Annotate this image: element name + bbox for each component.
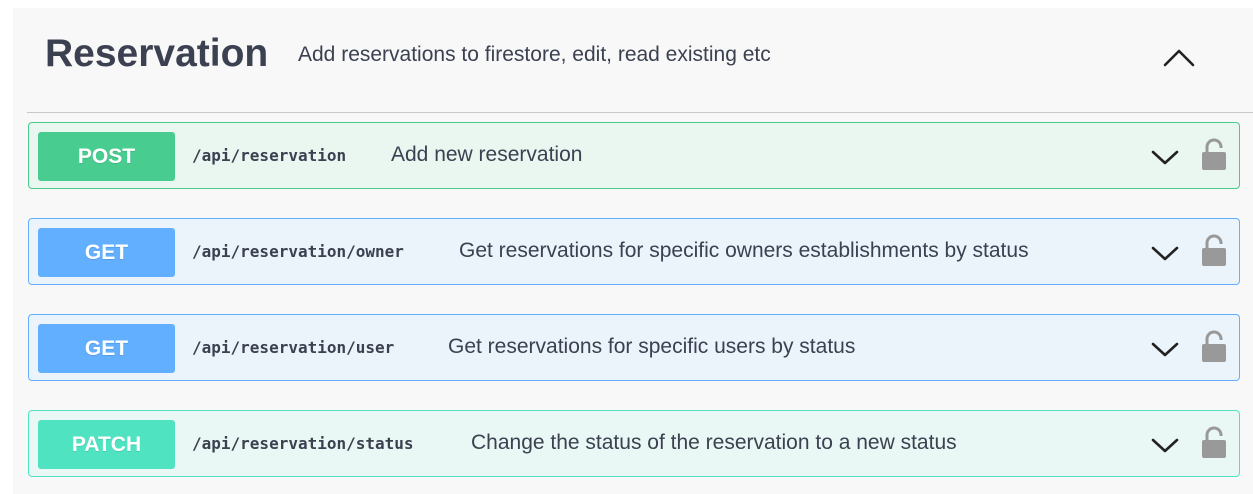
operation-summary: Add new reservation	[391, 143, 583, 166]
chevron-down-icon[interactable]	[1149, 145, 1181, 169]
operation-path: /api/reservation/user	[192, 338, 395, 357]
reservation-tag-section: Reservation Add reservations to firestor…	[13, 8, 1253, 494]
operation-path: /api/reservation	[192, 146, 347, 165]
method-badge: POST	[38, 132, 175, 181]
lock-icon[interactable]	[1200, 330, 1228, 364]
method-badge: GET	[38, 228, 175, 277]
operation-summary: Get reservations for specific owners est…	[459, 239, 1029, 262]
operation-post-reservation[interactable]: POST /api/reservation Add new reservatio…	[28, 122, 1240, 189]
chevron-down-icon[interactable]	[1149, 433, 1181, 457]
header-divider	[27, 112, 1253, 113]
operation-summary: Get reservations for specific users by s…	[448, 335, 856, 358]
chevron-up-icon	[1163, 49, 1195, 67]
tag-description: Add reservations to firestore, edit, rea…	[298, 43, 771, 66]
collapse-button[interactable]	[1157, 38, 1201, 78]
operation-path: /api/reservation/owner	[192, 242, 404, 261]
tag-header[interactable]: Reservation Add reservations to firestor…	[13, 8, 1253, 112]
method-badge: PATCH	[38, 420, 175, 469]
chevron-down-icon[interactable]	[1149, 337, 1181, 361]
operation-get-reservation-owner[interactable]: GET /api/reservation/owner Get reservati…	[28, 218, 1240, 285]
lock-icon[interactable]	[1200, 234, 1228, 268]
operation-get-reservation-user[interactable]: GET /api/reservation/user Get reservatio…	[28, 314, 1240, 381]
lock-icon[interactable]	[1200, 426, 1228, 460]
operation-path: /api/reservation/status	[192, 434, 414, 453]
operation-summary: Change the status of the reservation to …	[471, 431, 957, 454]
chevron-down-icon[interactable]	[1149, 241, 1181, 265]
operation-patch-reservation-status[interactable]: PATCH /api/reservation/status Change the…	[28, 410, 1240, 477]
tag-title: Reservation	[45, 32, 269, 75]
lock-icon[interactable]	[1200, 138, 1228, 172]
method-badge: GET	[38, 324, 175, 373]
